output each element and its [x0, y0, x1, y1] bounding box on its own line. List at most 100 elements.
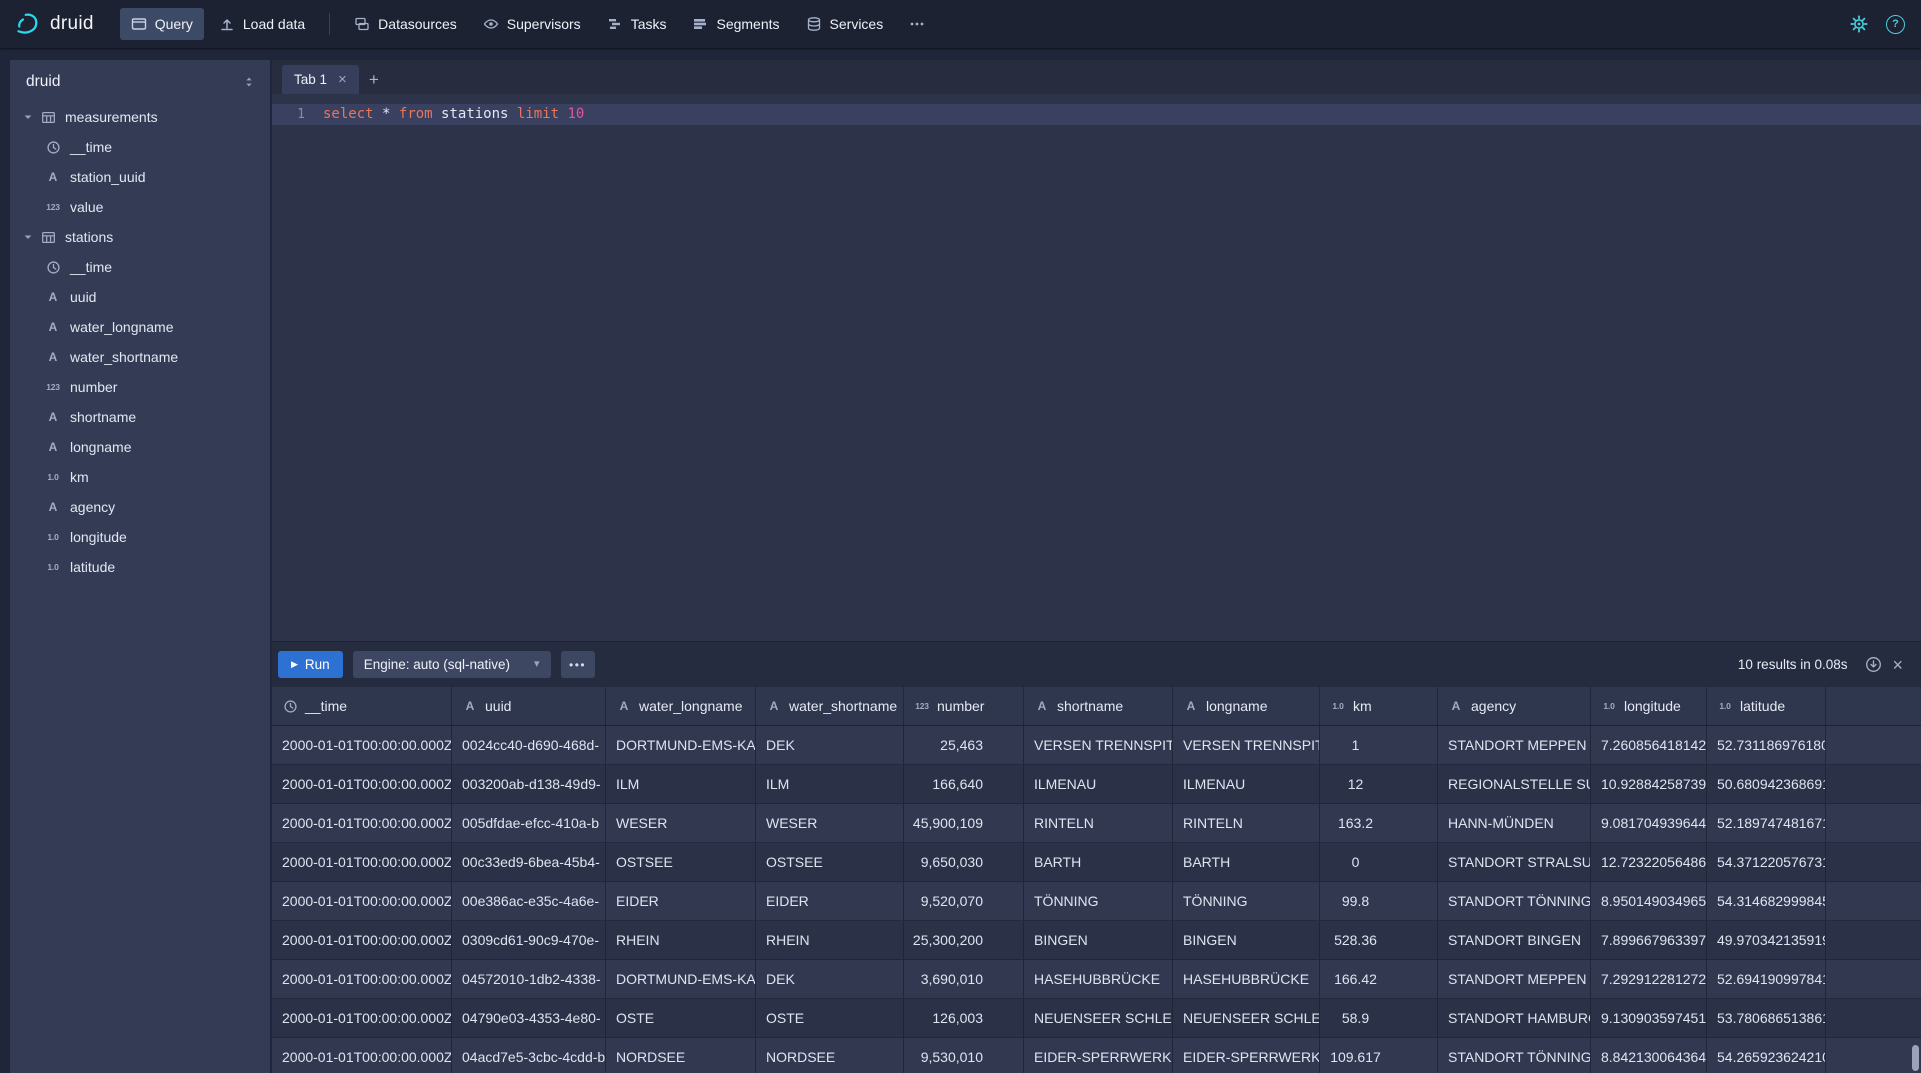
cell-__time[interactable]: 2000-01-01T00:00:00.000Z: [272, 882, 452, 920]
cell-uuid[interactable]: 04572010-1db2-4338-: [452, 960, 606, 998]
column-header-uuid[interactable]: Auuid: [452, 687, 606, 725]
download-button[interactable]: [1865, 656, 1882, 673]
cell-water_longname[interactable]: NORDSEE: [606, 1038, 756, 1073]
cell-water_shortname[interactable]: EIDER: [756, 882, 904, 920]
cell-water_longname[interactable]: OSTSEE: [606, 843, 756, 881]
tree-column-uuid[interactable]: Auuid: [10, 282, 270, 312]
column-header-longitude[interactable]: 1.0longitude: [1591, 687, 1707, 725]
tree-table-measurements[interactable]: measurements: [10, 102, 270, 132]
nav-item-datasources[interactable]: Datasources: [343, 8, 468, 40]
nav-item-services[interactable]: Services: [795, 8, 895, 40]
tree-column-longitude[interactable]: 1.0longitude: [10, 522, 270, 552]
cell-km[interactable]: 109.617: [1320, 1038, 1438, 1073]
cell-agency[interactable]: STANDORT TÖNNING: [1438, 882, 1591, 920]
nav-item-query[interactable]: Query: [120, 8, 204, 40]
column-header-water_longname[interactable]: Awater_longname: [606, 687, 756, 725]
cell-water_shortname[interactable]: DEK: [756, 960, 904, 998]
cell-water_longname[interactable]: RHEIN: [606, 921, 756, 959]
tree-column-longname[interactable]: Alongname: [10, 432, 270, 462]
cell-water_shortname[interactable]: OSTE: [756, 999, 904, 1037]
cell-longname[interactable]: BINGEN: [1173, 921, 1320, 959]
tree-sort-button[interactable]: [240, 73, 258, 91]
cell-agency[interactable]: STANDORT TÖNNING: [1438, 1038, 1591, 1073]
cell-water_shortname[interactable]: NORDSEE: [756, 1038, 904, 1073]
cell-number[interactable]: 9,530,010: [904, 1038, 1024, 1073]
cell-number[interactable]: 166,640: [904, 765, 1024, 803]
run-button[interactable]: ▶ Run: [278, 651, 343, 678]
nav-item-load-data[interactable]: Load data: [208, 8, 316, 40]
cell-longname[interactable]: NEUENSEER SCHLEUSE: [1173, 999, 1320, 1037]
cell-longitude[interactable]: 9.08170493964460: [1591, 804, 1707, 842]
cell-longname[interactable]: VERSEN TRENNSPITZE: [1173, 726, 1320, 764]
nav-item-tasks[interactable]: Tasks: [596, 8, 678, 40]
cell-latitude[interactable]: 52.1897474816710: [1707, 804, 1826, 842]
cell-water_shortname[interactable]: ILM: [756, 765, 904, 803]
cell-km[interactable]: 166.42: [1320, 960, 1438, 998]
cell-number[interactable]: 25,300,200: [904, 921, 1024, 959]
cell-km[interactable]: 58.9: [1320, 999, 1438, 1037]
tree-column-value[interactable]: 123value: [10, 192, 270, 222]
cell-water_longname[interactable]: WESER: [606, 804, 756, 842]
cell-agency[interactable]: STANDORT MEPPEN: [1438, 726, 1591, 764]
cell-latitude[interactable]: 53.7806865138613: [1707, 999, 1826, 1037]
column-header-agency[interactable]: Aagency: [1438, 687, 1591, 725]
cell-shortname[interactable]: HASEHUBBRÜCKE: [1024, 960, 1173, 998]
cell-__time[interactable]: 2000-01-01T00:00:00.000Z: [272, 804, 452, 842]
cell-water_longname[interactable]: DORTMUND-EMS-KANAL: [606, 960, 756, 998]
cell-km[interactable]: 99.8: [1320, 882, 1438, 920]
column-header-latitude[interactable]: 1.0latitude: [1707, 687, 1826, 725]
cell-latitude[interactable]: 54.3146829998459: [1707, 882, 1826, 920]
cell-uuid[interactable]: 00e386ac-e35c-4a6e-: [452, 882, 606, 920]
cell-shortname[interactable]: BINGEN: [1024, 921, 1173, 959]
cell-longname[interactable]: BARTH: [1173, 843, 1320, 881]
cell-water_longname[interactable]: OSTE: [606, 999, 756, 1037]
cell-latitude[interactable]: 52.6941909978414: [1707, 960, 1826, 998]
cell-km[interactable]: 528.36: [1320, 921, 1438, 959]
column-header-number[interactable]: 123number: [904, 687, 1024, 725]
tree-column-station_uuid[interactable]: Astation_uuid: [10, 162, 270, 192]
column-header-__time[interactable]: __time: [272, 687, 452, 725]
nav-item-segments[interactable]: Segments: [681, 8, 790, 40]
column-header-longname[interactable]: Alongname: [1173, 687, 1320, 725]
cell-latitude[interactable]: 54.2659236242101: [1707, 1038, 1826, 1073]
tree-column-km[interactable]: 1.0km: [10, 462, 270, 492]
nav-item-more[interactable]: [898, 8, 936, 40]
results-scrollbar-thumb[interactable]: [1912, 1045, 1919, 1071]
cell-number[interactable]: 9,650,030: [904, 843, 1024, 881]
cell-longitude[interactable]: 8.95014903496553: [1591, 882, 1707, 920]
cell-uuid[interactable]: 04790e03-4353-4e80-: [452, 999, 606, 1037]
cell-water_longname[interactable]: ILM: [606, 765, 756, 803]
cell-longname[interactable]: TÖNNING: [1173, 882, 1320, 920]
cell-uuid[interactable]: 005dfdae-efcc-410a-b: [452, 804, 606, 842]
cell-uuid[interactable]: 0309cd61-90c9-470e-: [452, 921, 606, 959]
tree-column-shortname[interactable]: Ashortname: [10, 402, 270, 432]
column-header-water_shortname[interactable]: Awater_shortname: [756, 687, 904, 725]
cell-water_longname[interactable]: DORTMUND-EMS-KANAL: [606, 726, 756, 764]
cell-longitude[interactable]: 7.26085641814258: [1591, 726, 1707, 764]
cell-longitude[interactable]: 7.89966796339717: [1591, 921, 1707, 959]
cell-number[interactable]: 3,690,010: [904, 960, 1024, 998]
tab-close-icon[interactable]: ×: [338, 72, 347, 87]
cell-longname[interactable]: ILMENAU: [1173, 765, 1320, 803]
cell-water_longname[interactable]: EIDER: [606, 882, 756, 920]
tree-table-stations[interactable]: stations: [10, 222, 270, 252]
cell-shortname[interactable]: BARTH: [1024, 843, 1173, 881]
cell-agency[interactable]: HANN-MÜNDEN: [1438, 804, 1591, 842]
cell-number[interactable]: 9,520,070: [904, 882, 1024, 920]
settings-gear-icon[interactable]: [1850, 15, 1868, 33]
cell-longitude[interactable]: 7.29291228127217: [1591, 960, 1707, 998]
column-header-shortname[interactable]: Ashortname: [1024, 687, 1173, 725]
cell-shortname[interactable]: RINTELN: [1024, 804, 1173, 842]
tree-column-latitude[interactable]: 1.0latitude: [10, 552, 270, 582]
cell-__time[interactable]: 2000-01-01T00:00:00.000Z: [272, 999, 452, 1037]
cell-number[interactable]: 25,463: [904, 726, 1024, 764]
cell-shortname[interactable]: ILMENAU: [1024, 765, 1173, 803]
cell-water_shortname[interactable]: OSTSEE: [756, 843, 904, 881]
cell-latitude[interactable]: 50.6809423686919: [1707, 765, 1826, 803]
cell-number[interactable]: 45,900,109: [904, 804, 1024, 842]
tree-column-agency[interactable]: Aagency: [10, 492, 270, 522]
cell-longitude[interactable]: 8.84213006436444: [1591, 1038, 1707, 1073]
nav-item-supervisors[interactable]: Supervisors: [472, 8, 592, 40]
cell-latitude[interactable]: 52.7311869761801: [1707, 726, 1826, 764]
tree-column-__time[interactable]: __time: [10, 252, 270, 282]
